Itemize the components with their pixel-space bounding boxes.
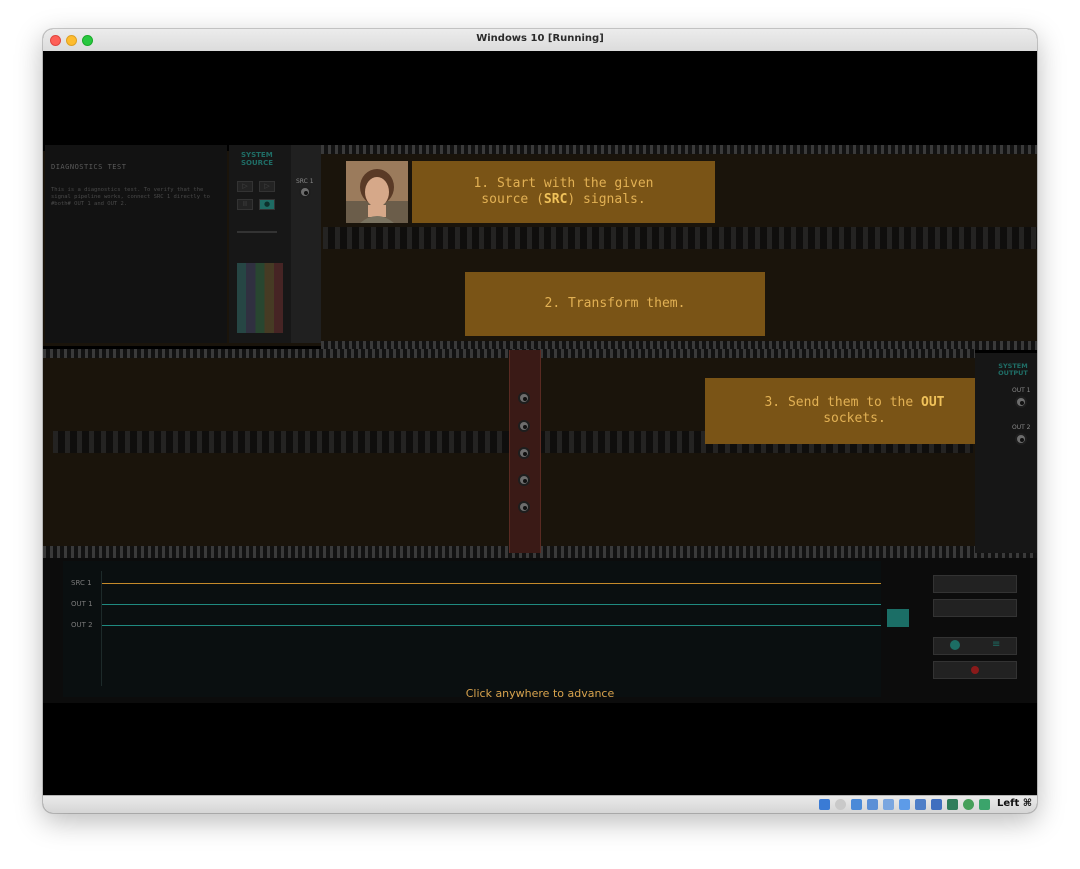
- record-row[interactable]: [933, 661, 1017, 679]
- narrator-portrait: [346, 161, 408, 223]
- harddisk-icon[interactable]: [819, 799, 830, 810]
- module-socket[interactable]: [518, 392, 530, 404]
- module-socket[interactable]: [518, 447, 530, 459]
- tip1-line1: 1. Start with the given: [473, 176, 654, 191]
- rack-slot-strip: [323, 227, 1037, 249]
- system-source-module: SYSTEM SOURCE ▷ ▷ II ●: [229, 145, 291, 343]
- pause-button[interactable]: II: [237, 199, 253, 210]
- optical-drive-icon[interactable]: [835, 799, 846, 810]
- tip1-bold: SRC: [543, 192, 568, 207]
- scope-channel-out1: OUT 1: [71, 600, 93, 608]
- tip3-post: sockets.: [823, 411, 886, 426]
- tip-step-1: 1. Start with the given source (SRC) sig…: [412, 161, 715, 223]
- step-button[interactable]: ▷: [259, 181, 275, 192]
- usb-icon[interactable]: [851, 799, 862, 810]
- play-button[interactable]: ▷: [237, 181, 253, 192]
- tip3-pre: 3. Send them to the: [764, 395, 922, 410]
- src1-socket[interactable]: [299, 186, 311, 198]
- display-icon[interactable]: [899, 799, 910, 810]
- scope-channel-src1: SRC 1: [71, 579, 92, 587]
- host-key-label: Left ⌘: [997, 798, 1033, 809]
- help-menu-row[interactable]: ≡: [933, 637, 1017, 655]
- scope-toggle-button[interactable]: [887, 609, 909, 627]
- diagnostics-panel: DIAGNOSTICS TEST This is a diagnostics t…: [45, 145, 227, 343]
- toolbar-row-2[interactable]: [933, 599, 1017, 617]
- guest-additions-icon[interactable]: [947, 799, 958, 810]
- system-output-module: SYSTEM OUTPUT OUT 1 OUT 2: [975, 353, 1037, 555]
- tip-step-2: 2. Transform them.: [465, 272, 765, 336]
- shared-folder-icon[interactable]: [883, 799, 894, 810]
- window-title: Windows 10 [Running]: [476, 33, 604, 44]
- src1-label: SRC 1: [296, 178, 314, 185]
- system-source-title: SYSTEM SOURCE: [241, 151, 273, 167]
- network-icon[interactable]: [867, 799, 878, 810]
- tip3-bold: OUT: [921, 395, 945, 410]
- diagnostics-text: This is a diagnostics test. To verify th…: [51, 187, 210, 207]
- source-port-column: SRC 1: [291, 145, 321, 343]
- module-socket[interactable]: [518, 474, 530, 486]
- help-icon[interactable]: [950, 640, 960, 650]
- system-output-title: SYSTEM OUTPUT: [998, 362, 1028, 377]
- module-socket[interactable]: [518, 420, 530, 432]
- vm-status-bar: Left ⌘: [43, 795, 1037, 813]
- toolbar-row-1[interactable]: [933, 575, 1017, 593]
- module-socket[interactable]: [518, 501, 530, 513]
- src1-trace: [101, 583, 881, 584]
- record-button[interactable]: ●: [259, 199, 275, 210]
- record-icon[interactable]: [971, 666, 979, 674]
- game-viewport[interactable]: DIAGNOSTICS TEST This is a diagnostics t…: [43, 51, 1037, 795]
- tip1-post: ) signals.: [567, 192, 646, 207]
- out1-trace: [101, 604, 881, 605]
- keyboard-icon[interactable]: [979, 799, 990, 810]
- title-bar: Windows 10 [Running]: [43, 29, 1037, 52]
- scope-axis: [101, 571, 102, 686]
- color-palette[interactable]: [237, 263, 283, 333]
- speed-slider[interactable]: [237, 231, 277, 233]
- mouse-integration-icon[interactable]: [963, 799, 974, 810]
- menu-icon[interactable]: ≡: [992, 639, 1000, 650]
- tip2-text: 2. Transform them.: [544, 296, 686, 311]
- oscilloscope: SRC 1 OUT 1 OUT 2: [63, 561, 881, 697]
- rack-rail: [321, 145, 1037, 154]
- transform-module[interactable]: [509, 350, 541, 555]
- advance-prompt[interactable]: Click anywhere to advance: [43, 687, 1037, 700]
- out2-trace: [101, 625, 881, 626]
- tip1-pre: source (: [481, 192, 544, 207]
- out1-label: OUT 1: [1012, 387, 1031, 394]
- out2-socket[interactable]: [1015, 433, 1027, 445]
- out2-label: OUT 2: [1012, 424, 1031, 431]
- recording-icon[interactable]: [915, 799, 926, 810]
- cpu-icon[interactable]: [931, 799, 942, 810]
- diagnostics-title: DIAGNOSTICS TEST: [51, 163, 127, 171]
- vm-window: Windows 10 [Running] DIAGNOSTICS TEST Th…: [43, 29, 1037, 813]
- out1-socket[interactable]: [1015, 396, 1027, 408]
- scope-channel-out2: OUT 2: [71, 621, 93, 629]
- tip-step-3: 3. Send them to the OUT sockets.: [705, 378, 1004, 444]
